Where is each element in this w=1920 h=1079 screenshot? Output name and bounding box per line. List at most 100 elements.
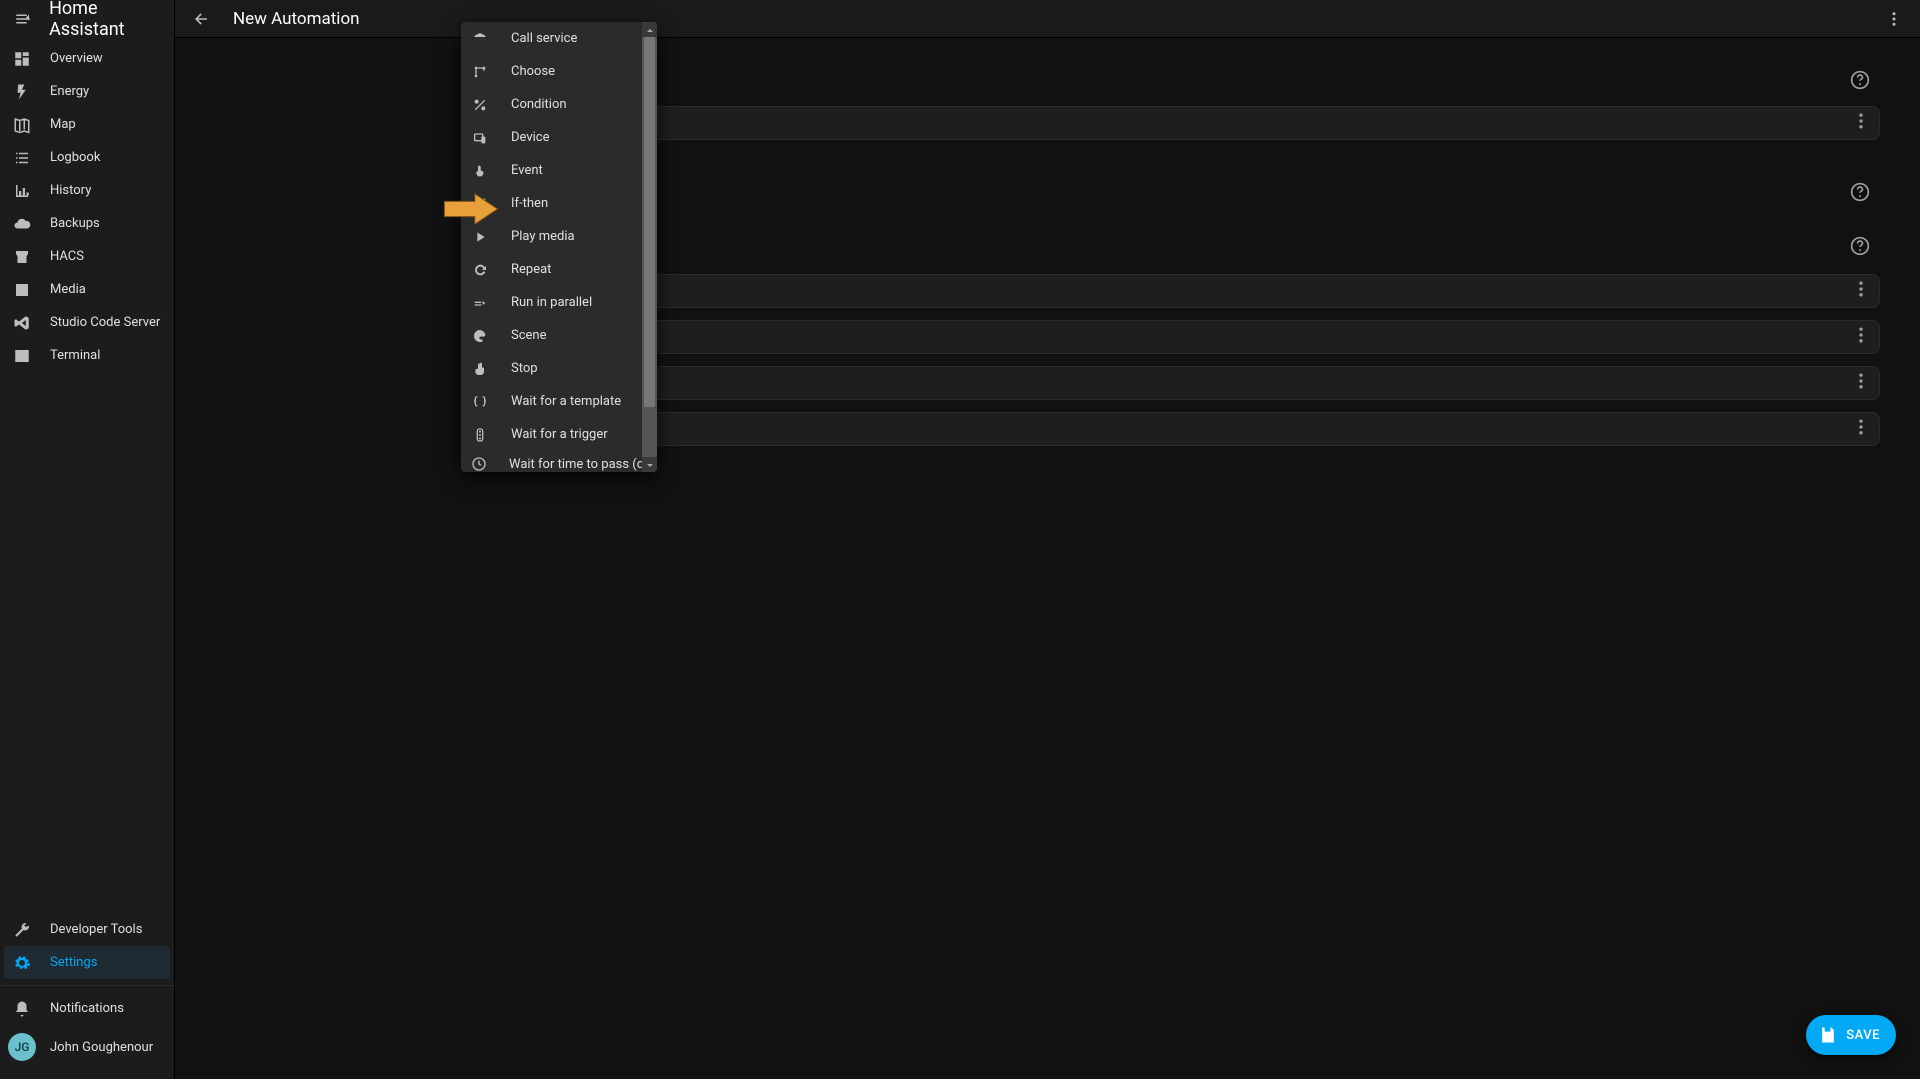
option-stop[interactable]: Stop: [461, 352, 657, 385]
sidebar-item-terminal[interactable]: Terminal: [4, 339, 170, 372]
config-card[interactable]: [475, 106, 1880, 140]
menu-toggle-icon[interactable]: [10, 5, 35, 33]
card-overflow-button[interactable]: [1851, 325, 1871, 349]
option-label: Stop: [511, 361, 538, 376]
sidebar: Home Assistant Overview Energy Map Logbo…: [0, 0, 175, 1079]
sidebar-item-energy[interactable]: Energy: [4, 75, 170, 108]
play-box-icon: [12, 280, 32, 300]
option-label: Wait for a trigger: [511, 427, 608, 442]
sidebar-item-label: HACS: [50, 249, 84, 264]
sidebar-item-overview[interactable]: Overview: [4, 42, 170, 75]
option-if-then[interactable]: If-then: [461, 187, 657, 220]
option-wait-template[interactable]: Wait for a template: [461, 385, 657, 418]
touch-icon: [471, 162, 489, 180]
divider: [0, 985, 174, 986]
sidebar-item-label: Terminal: [50, 348, 100, 363]
app-root: Home Assistant Overview Energy Map Logbo…: [0, 0, 1920, 1079]
action-card[interactable]: [475, 366, 1880, 400]
sidebar-item-hacs[interactable]: HACS: [4, 240, 170, 273]
bell-icon: [12, 999, 32, 1019]
help-icon[interactable]: [1848, 68, 1872, 92]
section-help-3: [475, 234, 1872, 258]
card-overflow-button[interactable]: [1851, 417, 1871, 441]
sidebar-item-label: Map: [50, 117, 76, 132]
wrench-icon: [12, 920, 32, 940]
sidebar-item-settings[interactable]: Settings: [4, 946, 170, 979]
action-cards: [475, 274, 1880, 446]
chart-icon: [12, 181, 32, 201]
save-icon: [1818, 1025, 1838, 1045]
list-icon: [12, 148, 32, 168]
back-button[interactable]: [187, 5, 215, 33]
page-title: New Automation: [233, 9, 360, 29]
sidebar-item-backups[interactable]: Backups: [4, 207, 170, 240]
sidebar-header: Home Assistant: [0, 0, 174, 38]
main: New Automation: [175, 0, 1920, 1079]
traffic-icon: [471, 426, 489, 444]
scroll-up-icon[interactable]: [642, 22, 657, 37]
sidebar-item-label: Overview: [50, 51, 103, 66]
help-icon[interactable]: [1848, 234, 1872, 258]
sidebar-item-label: Media: [50, 282, 86, 297]
scroll-down-icon[interactable]: [642, 457, 657, 472]
card-overflow-button[interactable]: [1851, 111, 1871, 135]
branch-icon: [471, 63, 489, 81]
bell-icon: [471, 30, 489, 48]
gear-icon: [12, 953, 32, 973]
option-condition[interactable]: Condition: [461, 88, 657, 121]
sidebar-item-label: Backups: [50, 216, 100, 231]
sidebar-item-label: Studio Code Server: [50, 315, 160, 330]
save-button[interactable]: SAVE: [1806, 1015, 1896, 1055]
action-card[interactable]: [475, 412, 1880, 446]
option-call-service[interactable]: Call service: [461, 22, 657, 55]
sidebar-item-devtools[interactable]: Developer Tools: [4, 913, 170, 946]
option-wait-delay[interactable]: Wait for time to pass (delay): [461, 451, 657, 472]
avatar: JG: [8, 1033, 36, 1061]
card-overflow-button[interactable]: [1851, 279, 1871, 303]
option-label: Call service: [511, 31, 577, 46]
dropdown-scrollbar[interactable]: [642, 22, 657, 472]
option-label: Choose: [511, 64, 555, 79]
sidebar-item-notifications[interactable]: Notifications: [4, 992, 170, 1025]
sidebar-bottom: Developer Tools Settings Notifications J…: [0, 913, 174, 1075]
option-parallel[interactable]: Run in parallel: [461, 286, 657, 319]
hand-icon: [471, 360, 489, 378]
topbar: New Automation: [175, 0, 1920, 38]
option-wait-trigger[interactable]: Wait for a trigger: [461, 418, 657, 451]
action-card[interactable]: [475, 320, 1880, 354]
action-type-dropdown: Call service Choose Condition Device Eve…: [461, 22, 657, 472]
sidebar-item-code[interactable]: Studio Code Server: [4, 306, 170, 339]
save-label: SAVE: [1846, 1028, 1880, 1043]
scroll-thumb[interactable]: [644, 37, 655, 407]
sidebar-user[interactable]: JG John Goughenour: [0, 1025, 174, 1075]
option-label: Condition: [511, 97, 567, 112]
help-icon[interactable]: [1848, 180, 1872, 204]
option-label: Play media: [511, 229, 575, 244]
user-name: John Goughenour: [50, 1040, 153, 1055]
action-card[interactable]: [475, 274, 1880, 308]
sidebar-item-label: Logbook: [50, 150, 100, 165]
option-play-media[interactable]: Play media: [461, 220, 657, 253]
card-overflow-button[interactable]: [1851, 371, 1871, 395]
sidebar-item-map[interactable]: Map: [4, 108, 170, 141]
dropdown-options: Call service Choose Condition Device Eve…: [461, 22, 657, 472]
option-choose[interactable]: Choose: [461, 55, 657, 88]
option-event[interactable]: Event: [461, 154, 657, 187]
sidebar-item-media[interactable]: Media: [4, 273, 170, 306]
option-label: Repeat: [511, 262, 551, 277]
option-repeat[interactable]: Repeat: [461, 253, 657, 286]
sidebar-item-logbook[interactable]: Logbook: [4, 141, 170, 174]
clock-icon: [471, 455, 487, 472]
scroll-track[interactable]: [642, 37, 657, 457]
sidebar-item-history[interactable]: History: [4, 174, 170, 207]
option-scene[interactable]: Scene: [461, 319, 657, 352]
vscode-icon: [12, 313, 32, 333]
option-device[interactable]: Device: [461, 121, 657, 154]
overflow-menu-button[interactable]: [1880, 5, 1908, 33]
content: [175, 38, 1920, 1079]
option-label: If-then: [511, 196, 548, 211]
sidebar-nav: Overview Energy Map Logbook History Back…: [0, 38, 174, 913]
braces-icon: [471, 393, 489, 411]
option-label: Event: [511, 163, 543, 178]
dashboard-icon: [12, 49, 32, 69]
